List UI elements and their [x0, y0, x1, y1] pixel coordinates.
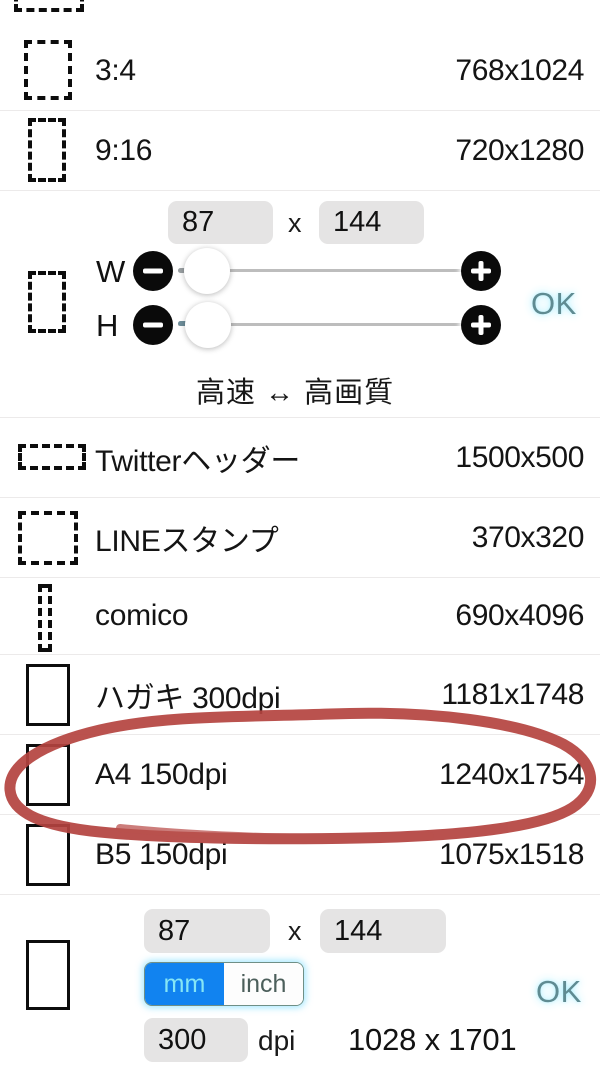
- list-item-value: 370x320: [471, 520, 585, 554]
- print-width-input[interactable]: [144, 909, 270, 953]
- quality-hint-label: 高速 ↔ 高画質: [196, 377, 395, 409]
- list-item-label: comico: [95, 599, 189, 632]
- list-item-value: 690x4096: [455, 599, 584, 632]
- dpi-unit-label: dpi: [258, 1025, 296, 1056]
- list-item-a4-150dpi[interactable]: A4 150dpi 1240x1754: [0, 735, 600, 815]
- list-item-value: 768x1024: [455, 53, 584, 87]
- list-item-value: 1240x1754: [439, 757, 584, 791]
- solid-portrait-icon: [26, 744, 70, 806]
- preset-list-screen: 3:4 768x1024 9:16 720x1280 x W H 高速 ↔ 高画…: [0, 0, 600, 1066]
- list-item-label: B5 150dpi: [95, 837, 228, 871]
- computed-pixel-size: 1028 x 1701: [348, 1022, 517, 1057]
- unit-toggle[interactable]: mm inch: [144, 962, 304, 1006]
- list-item-value: 1500x500: [455, 440, 584, 474]
- dashed-wide-banner-icon: [18, 444, 86, 470]
- list-item-value: 1181x1748: [441, 677, 584, 711]
- clipped-row-thumbnail: [14, 0, 84, 12]
- list-item[interactable]: Twitterヘッダー 1500x500: [0, 418, 600, 498]
- width-increase-button[interactable]: [461, 251, 501, 291]
- height-increase-button[interactable]: [461, 305, 501, 345]
- unit-option-mm[interactable]: mm: [145, 963, 224, 1005]
- list-item-label: A4 150dpi: [95, 757, 228, 791]
- custom-width-input[interactable]: [168, 201, 273, 244]
- list-item[interactable]: ハガキ 300dpi 1181x1748: [0, 655, 600, 735]
- height-slider-knob[interactable]: [185, 302, 231, 348]
- solid-portrait-icon: [26, 664, 70, 726]
- dashed-portrait-3-4-icon: [24, 40, 72, 100]
- list-item-label: 3:4: [95, 53, 136, 87]
- list-item-value: 720x1280: [455, 133, 584, 167]
- list-item[interactable]: 3:4 768x1024: [0, 31, 600, 111]
- list-item-label: Twitterヘッダー: [95, 444, 301, 478]
- list-item[interactable]: LINEスタンプ 370x320: [0, 498, 600, 578]
- list-item[interactable]: B5 150dpi 1075x1518: [0, 815, 600, 895]
- dashed-portrait-9-16-icon: [28, 118, 66, 182]
- list-item-label: LINEスタンプ: [95, 524, 279, 558]
- custom-pixel-size-panel: x W H 高速 ↔ 高画質 OK: [0, 191, 600, 418]
- dpi-input[interactable]: [144, 1018, 248, 1062]
- width-slider-knob[interactable]: [184, 248, 230, 294]
- dimension-separator: x: [288, 208, 302, 238]
- custom-pixel-ok-button[interactable]: OK: [531, 286, 577, 322]
- width-decrease-button[interactable]: [133, 251, 173, 291]
- print-size-panel: x mm inch dpi 1028 x 1701 OK: [0, 895, 600, 1066]
- list-item[interactable]: comico 690x4096: [0, 578, 600, 655]
- dashed-portrait-icon: [28, 271, 66, 333]
- dashed-tall-strip-icon: [38, 584, 52, 652]
- solid-portrait-icon: [26, 940, 70, 1010]
- dimension-separator: x: [288, 916, 302, 946]
- list-item-value: 1075x1518: [439, 837, 584, 871]
- width-slider-label: W: [96, 254, 126, 289]
- list-item[interactable]: 9:16 720x1280: [0, 111, 600, 191]
- unit-option-inch[interactable]: inch: [224, 963, 303, 1005]
- solid-portrait-icon: [26, 824, 70, 886]
- custom-height-input[interactable]: [319, 201, 424, 244]
- print-height-input[interactable]: [320, 909, 446, 953]
- list-item-label: 9:16: [95, 133, 153, 167]
- print-size-ok-button[interactable]: OK: [536, 974, 582, 1010]
- height-decrease-button[interactable]: [133, 305, 173, 345]
- dashed-square-icon: [18, 511, 78, 565]
- list-item-label: ハガキ 300dpi: [95, 681, 281, 715]
- height-slider-label: H: [96, 308, 119, 343]
